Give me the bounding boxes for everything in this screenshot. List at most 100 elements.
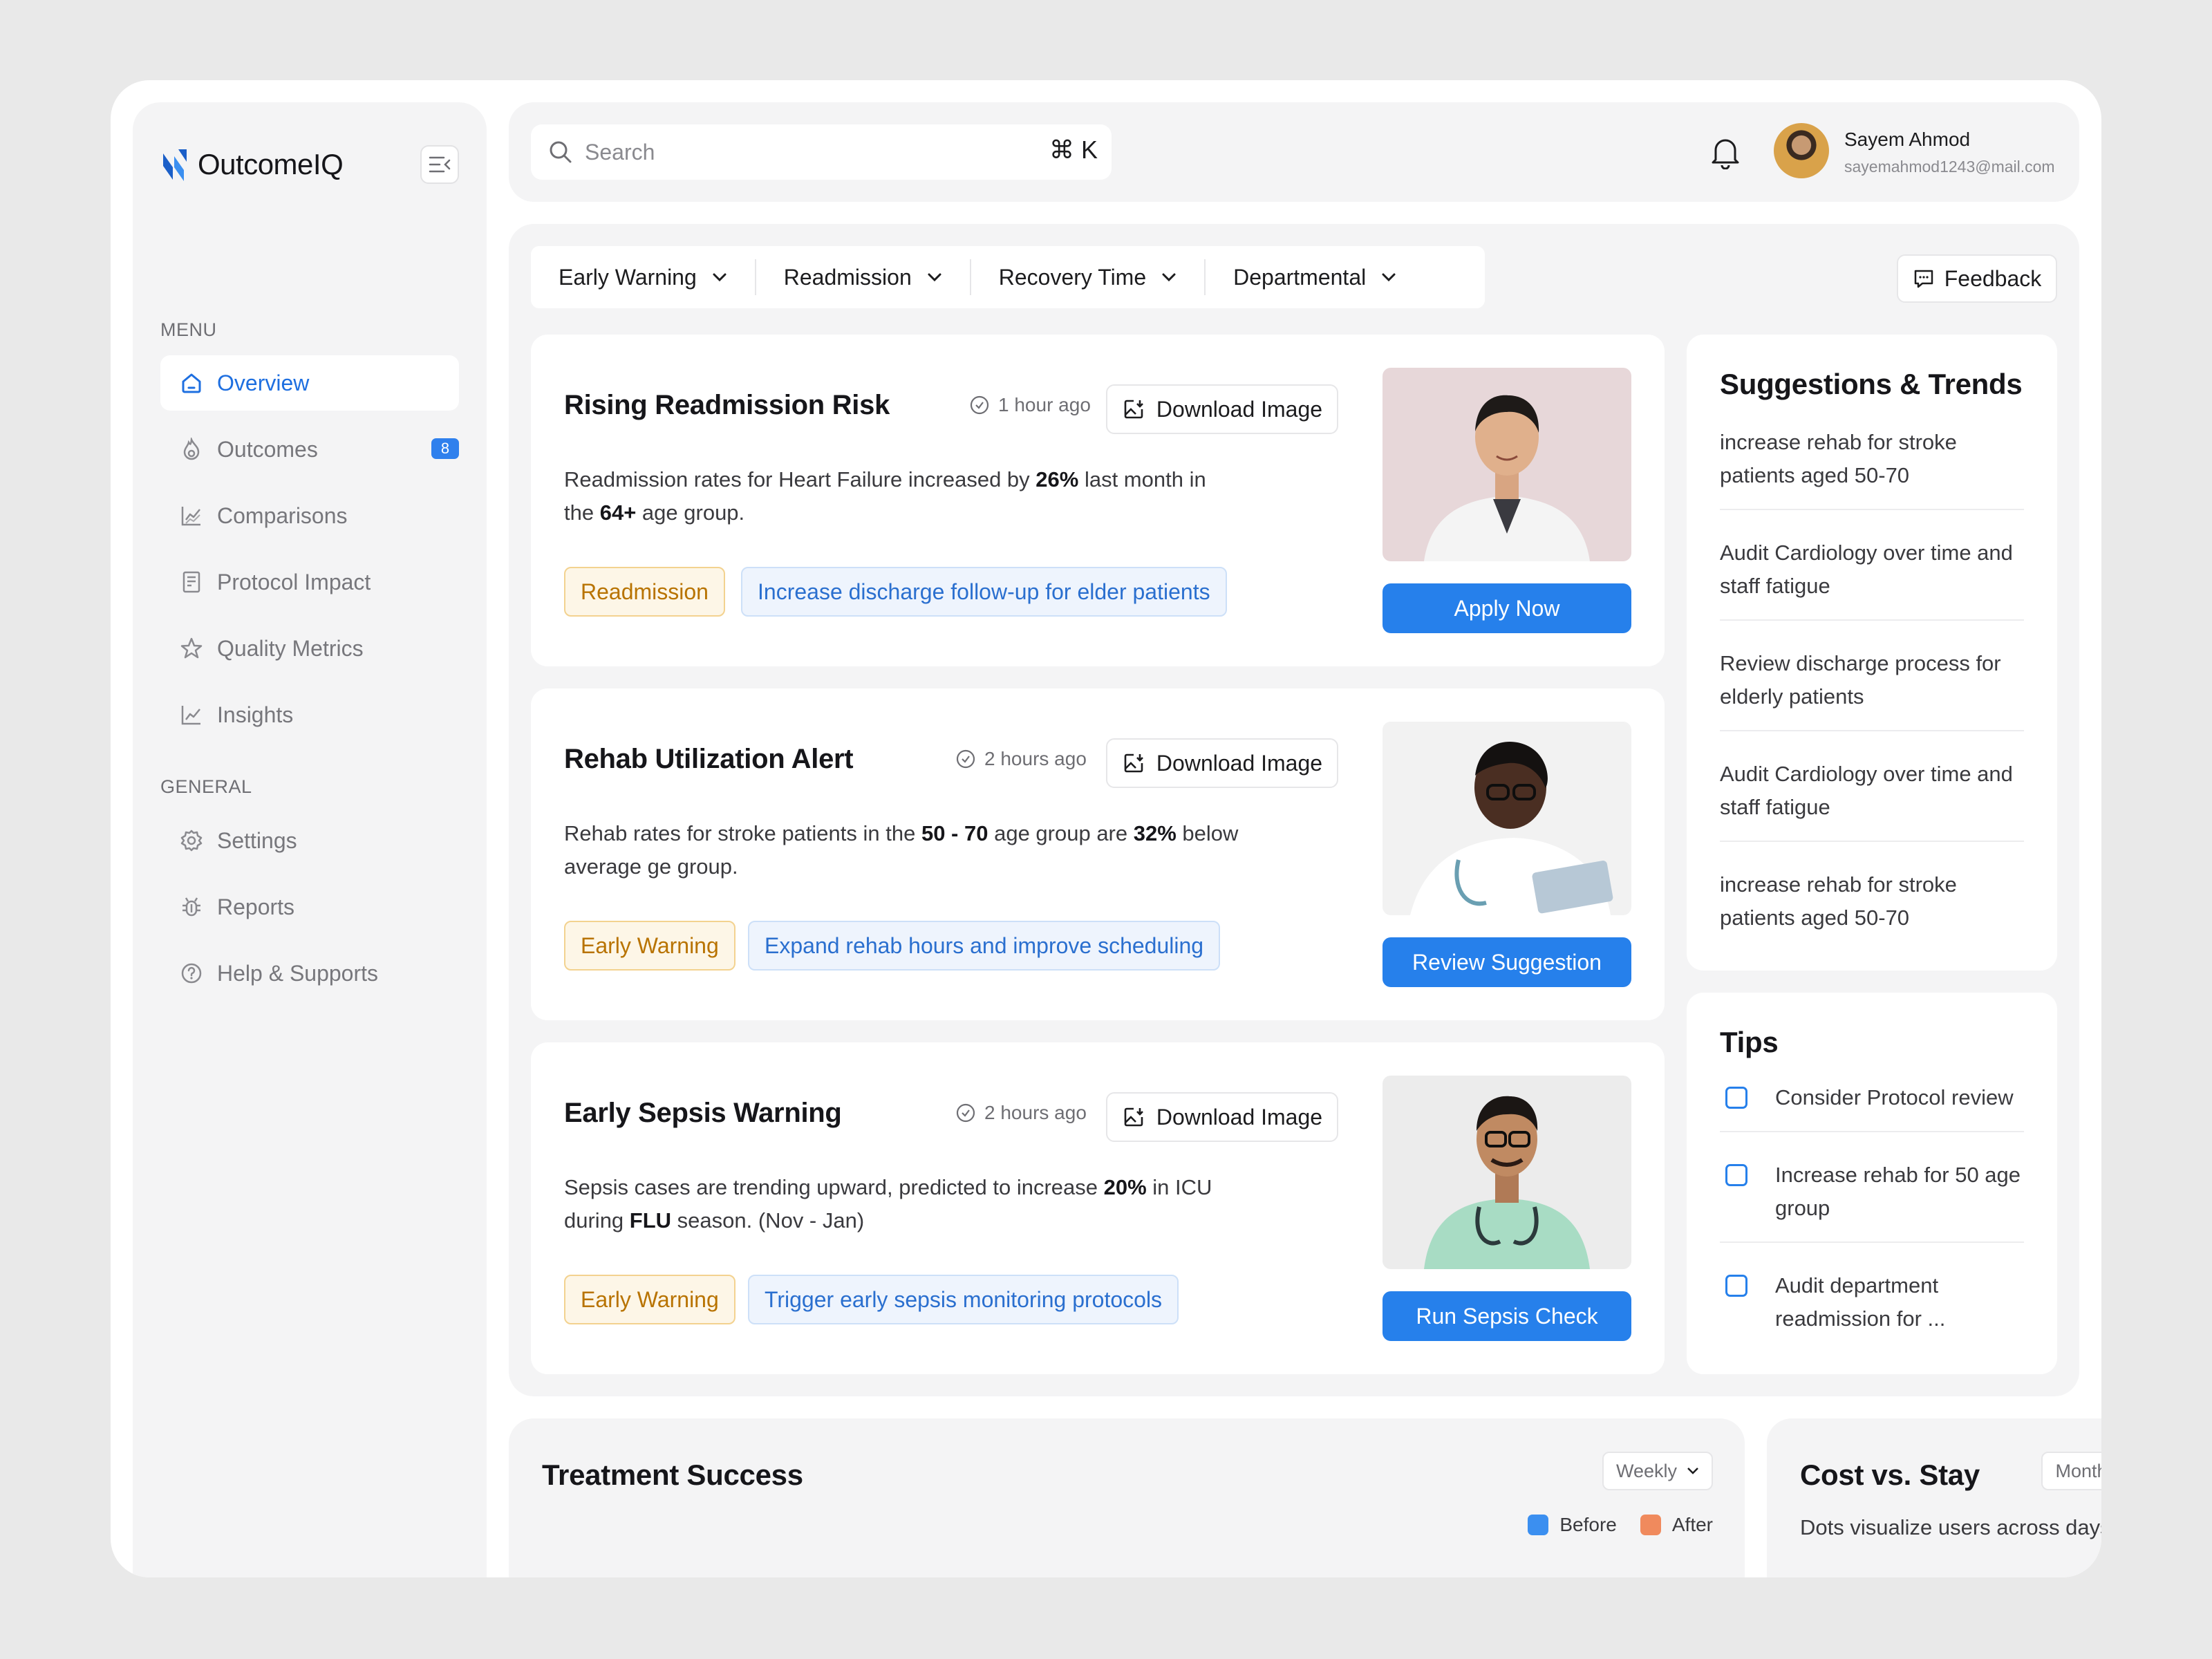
tab-departmental[interactable]: Departmental (1206, 246, 1424, 308)
card-description: Rehab rates for stroke patients in the 5… (564, 817, 1241, 883)
sidebar-item-label: Quality Metrics (217, 635, 364, 661)
range-value: Monthly (2055, 1460, 2101, 1481)
suggestion-tag[interactable]: Trigger early sepsis monitoring protocol… (748, 1275, 1179, 1324)
sidebar-item-label: Insights (217, 702, 294, 727)
tip-item[interactable]: Audit department readmission for ... (1720, 1269, 2024, 1352)
download-label: Download Image (1156, 1104, 1323, 1130)
checkbox[interactable] (1725, 1275, 1747, 1297)
clock-icon (970, 395, 989, 415)
card-title: Rehab Utilization Alert (564, 744, 854, 774)
cost-subtitle: Dots visualize users across days. (1800, 1515, 2101, 1539)
menu-heading: MENU (160, 319, 217, 340)
star-icon (178, 635, 205, 662)
chevron-down-icon (713, 273, 727, 282)
treatment-range-select[interactable]: Weekly (1602, 1452, 1713, 1490)
logo-icon (163, 149, 187, 181)
chart-legend: Before After (1528, 1514, 1713, 1536)
general-heading: GENERAL (160, 776, 252, 797)
suggestion-item[interactable]: Audit Cardiology over time and staff fat… (1720, 536, 2024, 621)
body-text: season. (Nov - Jan) (671, 1208, 865, 1232)
sidebar-item-settings[interactable]: Settings (160, 813, 459, 868)
suggestion-item[interactable]: Review discharge process for elderly pat… (1720, 647, 2024, 731)
tab-label: Early Warning (559, 264, 697, 290)
search-icon (550, 141, 572, 163)
download-label: Download Image (1156, 750, 1323, 776)
tab-early-warning[interactable]: Early Warning (531, 246, 755, 308)
cost-title: Cost vs. Stay (1800, 1459, 1980, 1491)
body-highlight: 26% (1035, 467, 1079, 491)
card-timestamp: 2 hours ago (955, 1102, 1087, 1124)
cost-range-select[interactable]: Monthly (2041, 1452, 2101, 1490)
feedback-label: Feedback (1944, 265, 2042, 291)
suggestions-title: Suggestions & Trends (1720, 368, 2023, 400)
chevron-down-icon (1382, 273, 1396, 282)
treatment-title: Treatment Success (542, 1459, 803, 1491)
sidebar-item-label: Comparisons (217, 503, 348, 528)
doctor-photo (1382, 722, 1631, 915)
apply-now-button[interactable]: Apply Now (1382, 583, 1631, 633)
sidebar-item-label: Help & Supports (217, 960, 379, 986)
card-description: Readmission rates for Heart Failure incr… (564, 463, 1241, 529)
filter-tabs: Early Warning Readmission Recovery Time … (531, 246, 1485, 308)
category-tag[interactable]: Early Warning (564, 921, 735, 971)
card-title: Rising Readmission Risk (564, 390, 890, 420)
suggestion-item[interactable]: increase rehab for stroke patients aged … (1720, 426, 2024, 510)
tip-item[interactable]: Consider Protocol review (1720, 1081, 2024, 1132)
outcomes-count-badge: 8 (431, 438, 459, 459)
chat-icon (1914, 270, 1933, 288)
sidebar-item-protocol-impact[interactable]: Protocol Impact (160, 554, 459, 610)
checkbox[interactable] (1725, 1164, 1747, 1186)
download-image-button[interactable]: Download Image (1106, 384, 1338, 434)
sidebar: OutcomeIQ MENU Overview Outcomes 8 Compa… (133, 102, 487, 1577)
download-image-button[interactable]: Download Image (1106, 1092, 1338, 1142)
flame-icon (178, 436, 205, 462)
checkbox[interactable] (1725, 1087, 1747, 1109)
tab-readmission[interactable]: Readmission (756, 246, 970, 308)
bell-icon (1712, 139, 1739, 169)
sidebar-item-outcomes[interactable]: Outcomes 8 (160, 422, 459, 477)
body-text: Rehab rates for stroke patients in the (564, 821, 921, 845)
sidebar-item-reports[interactable]: Reports (160, 879, 459, 935)
sidebar-item-comparisons[interactable]: Comparisons (160, 488, 459, 543)
doctor-photo (1382, 368, 1631, 561)
help-icon (178, 960, 205, 986)
review-suggestion-button[interactable]: Review Suggestion (1382, 937, 1631, 987)
notifications-button[interactable] (1700, 127, 1750, 177)
sidebar-item-label: Settings (217, 827, 297, 853)
body-text: age group are (988, 821, 1134, 845)
tab-label: Departmental (1233, 264, 1367, 290)
legend-swatch-after (1640, 1515, 1661, 1535)
feedback-button[interactable]: Feedback (1897, 254, 2057, 303)
doctor-photo (1382, 1076, 1631, 1269)
legend-label: After (1671, 1514, 1713, 1535)
tip-item[interactable]: Increase rehab for 50 age group (1720, 1159, 2024, 1243)
suggestion-tag[interactable]: Expand rehab hours and improve schedulin… (748, 921, 1221, 971)
tab-recovery-time[interactable]: Recovery Time (971, 246, 1204, 308)
search-shortcut: ⌘ K (1049, 135, 1098, 164)
timestamp-text: 1 hour ago (998, 394, 1091, 415)
category-tag[interactable]: Early Warning (564, 1275, 735, 1324)
body-text: age group. (636, 500, 745, 525)
suggestion-item[interactable]: Audit Cardiology over time and staff fat… (1720, 758, 2024, 842)
search-placeholder: Search (585, 139, 655, 165)
tips-title: Tips (1720, 1026, 1779, 1058)
sidebar-item-quality-metrics[interactable]: Quality Metrics (160, 621, 459, 676)
download-image-button[interactable]: Download Image (1106, 738, 1338, 788)
insight-card-rehab-utilization: Rehab Utilization Alert 2 hours ago Down… (531, 688, 1665, 1020)
suggestion-tag[interactable]: Increase discharge follow-up for elder p… (741, 567, 1227, 617)
trend-icon (178, 702, 205, 728)
chevron-down-icon (928, 273, 941, 282)
image-download-icon (1124, 1107, 1143, 1127)
run-sepsis-check-button[interactable]: Run Sepsis Check (1382, 1291, 1631, 1341)
timestamp-text: 2 hours ago (984, 748, 1087, 769)
collapse-sidebar-button[interactable] (420, 145, 459, 184)
sidebar-item-help[interactable]: Help & Supports (160, 946, 459, 1001)
avatar[interactable] (1774, 123, 1829, 178)
app-name: OutcomeIQ (198, 148, 344, 180)
sidebar-item-overview[interactable]: Overview (160, 355, 459, 411)
sidebar-item-insights[interactable]: Insights (160, 687, 459, 742)
search-input[interactable]: Search ⌘ K (531, 124, 1112, 180)
card-timestamp: 2 hours ago (955, 748, 1087, 770)
suggestion-item[interactable]: increase rehab for stroke patients aged … (1720, 868, 2024, 951)
category-tag[interactable]: Readmission (564, 567, 725, 617)
